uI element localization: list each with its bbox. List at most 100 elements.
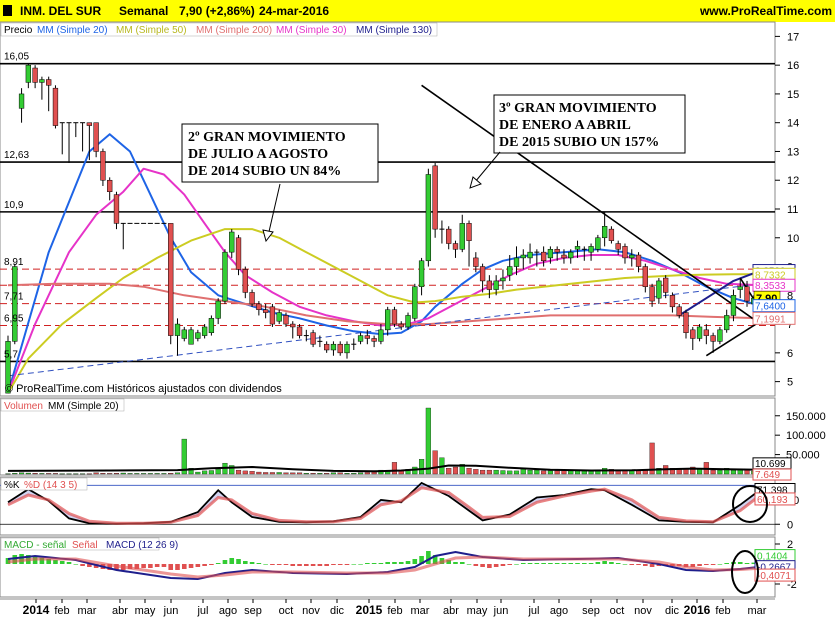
- macd-hist-55: [378, 563, 384, 564]
- macd-hist-42: [290, 564, 296, 566]
- volume-bar-2: [19, 472, 25, 475]
- macd-hist-51: [351, 564, 357, 565]
- svg-text:7.649: 7.649: [755, 470, 780, 481]
- macd-hist-28: [195, 564, 201, 567]
- macd-hist-9: [66, 562, 72, 564]
- time-x-axis: 2014 feb mar abr may jun jul ago sep oct nov dic 201…: [0, 598, 775, 617]
- macd-hist-94: [643, 564, 648, 566]
- volume-bar-17: [120, 472, 126, 475]
- volume-bar-57: [391, 462, 398, 475]
- volume-bar-15: [107, 473, 113, 475]
- volume-bar-20: [141, 473, 147, 475]
- svg-text:7,1991: 7,1991: [755, 314, 786, 325]
- vol-badge-0: 10.699: [752, 457, 792, 470]
- candle-63: [432, 162, 438, 238]
- price-legend: Precio MM (Simple 20) MM (Simple 50) MM …: [0, 22, 438, 37]
- legend-volume: Volumen: [4, 401, 43, 412]
- svg-text:60,193: 60,193: [757, 495, 788, 506]
- macd-hist-72: [493, 564, 499, 567]
- x-tick-label-22: nov: [634, 605, 652, 617]
- macd-hist-70: [480, 564, 485, 567]
- volume-bar-0: [5, 473, 11, 475]
- macd-hist-45: [310, 564, 316, 566]
- annotation-1-line-2: DE JULIO A AGOSTO: [188, 147, 328, 162]
- volume-bar-4: [32, 473, 38, 475]
- macd-hist-76: [520, 563, 526, 564]
- volume-bar-18: [127, 473, 133, 475]
- candle-34: [235, 234, 242, 276]
- symbol-icon: [3, 5, 12, 16]
- volume-bar-29: [202, 470, 208, 475]
- annotation-1-line-1: 2º GRAN MOVIMIENTO: [188, 130, 346, 145]
- header-site: www.ProRealTime.com: [699, 4, 832, 18]
- macd-hist-43: [297, 564, 302, 566]
- volume-bar-25: [174, 472, 181, 475]
- macd-hist-82: [561, 563, 567, 564]
- chart-canvas: INM. DEL SUR Semanal 7,90 (+2,86%) 24-ma…: [0, 0, 835, 617]
- macd-hist-88: [602, 561, 607, 564]
- volume-bar-36: [249, 471, 255, 475]
- volume-bar-12: [86, 473, 92, 475]
- macd-hist-109: [744, 563, 750, 564]
- macd-hist-36: [249, 562, 255, 564]
- x-tick-label-9: oct: [279, 605, 294, 617]
- volume-bar-62: [425, 407, 431, 475]
- macd-hist-24: [168, 564, 174, 570]
- volume-bar-76: [520, 469, 526, 475]
- volume-bar-77: [527, 469, 533, 475]
- volume-bar-74: [507, 470, 513, 475]
- x-tick-label-7: ago: [219, 605, 237, 617]
- macd-hist-66: [453, 562, 458, 564]
- volume-bar-13: [93, 472, 99, 475]
- x-tick-label-5: jun: [163, 605, 179, 617]
- x-tick-label-23: dic: [665, 605, 680, 617]
- volume-bar-73: [500, 470, 506, 475]
- svg-text:7,6400: 7,6400: [755, 302, 786, 313]
- chart-window: INM. DEL SUR Semanal 7,90 (+2,86%) 24-ma…: [0, 0, 835, 620]
- x-tick-label-24: 2016: [684, 603, 711, 617]
- macd-hist-47: [324, 564, 329, 566]
- level-label-3: 8,91: [4, 257, 24, 268]
- volume-bar-45: [310, 473, 316, 475]
- macd-legend: MACD - señal Señal MACD (12 26 9): [0, 537, 178, 551]
- y-tick-label-13: 13: [787, 146, 799, 158]
- volume-bar-8: [59, 473, 65, 475]
- legend-ma200: MM (Simple 200): [196, 25, 272, 36]
- macd-hist-79: [541, 563, 546, 564]
- volume-bar-5: [39, 473, 45, 475]
- volume-bar-83: [568, 470, 574, 475]
- volume-bar-49: [337, 472, 343, 475]
- macd-hist-46: [317, 564, 323, 566]
- macd-hist-33: [229, 558, 235, 564]
- volume-bar-80: [547, 470, 553, 475]
- macd-hist-11: [80, 564, 85, 566]
- y-tick-label-14: 14: [787, 118, 799, 130]
- x-tick-label-10: nov: [302, 605, 320, 617]
- y-tick-label-17: 17: [787, 31, 799, 43]
- macd-hist-95: [649, 564, 655, 567]
- macd-hist-35: [243, 561, 248, 564]
- legend-ma130: MM (Simple 130): [356, 25, 432, 36]
- volume-bar-42: [290, 472, 296, 475]
- macd-hist-39: [270, 564, 275, 565]
- svg-text:-0,4071: -0,4071: [757, 571, 791, 582]
- volume-bar-31: [215, 469, 221, 475]
- macd-hist-25: [175, 564, 180, 570]
- macd-hist-89: [609, 562, 614, 564]
- macd-hist-69: [473, 564, 479, 566]
- macd-hist-10: [73, 564, 79, 565]
- volume-bar-107: [730, 469, 737, 475]
- volume-bar-7: [52, 473, 59, 475]
- volume-bar-3: [25, 472, 31, 475]
- macd-badge-2: -0,4071: [754, 568, 796, 582]
- macd-hist-40: [276, 564, 282, 565]
- macd-hist-93: [636, 564, 641, 565]
- x-tick-label-18: jul: [527, 605, 539, 617]
- legend-ma50: MM (Simple 50): [116, 25, 187, 36]
- y-tick-label-15: 15: [787, 89, 799, 101]
- volume-bar-6: [46, 473, 52, 475]
- x-tick-label-0: 2014: [23, 603, 50, 617]
- volume-bar-52: [358, 472, 364, 475]
- x-tick-label-25: feb: [715, 605, 730, 617]
- x-tick-label-15: abr: [443, 605, 459, 617]
